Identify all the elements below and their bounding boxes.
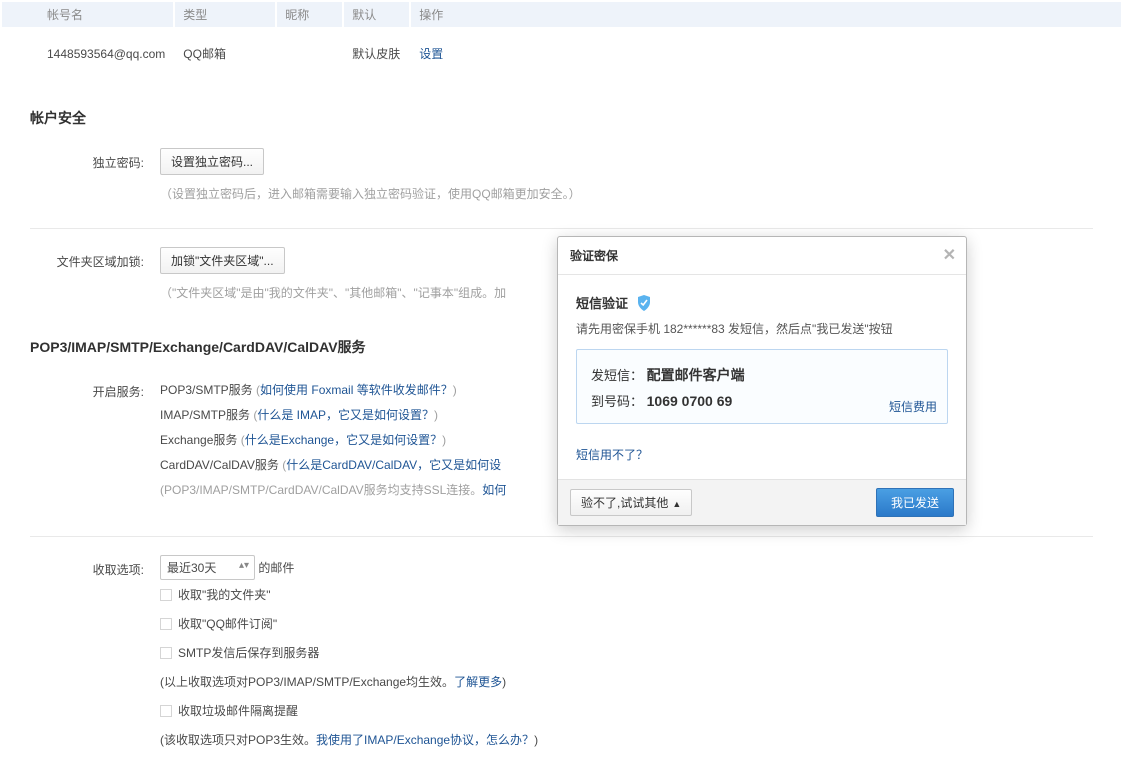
imap-help-link[interactable]: 我使用了IMAP/Exchange协议，怎么办？ <box>316 733 534 747</box>
table-row: 1448593564@qq.com QQ邮箱 默认皮肤 设置 <box>2 29 1121 78</box>
after-select-text: 的邮件 <box>258 561 294 575</box>
try-other-label: 验不了,试试其他 <box>581 496 668 510</box>
caret-up-icon: ▲ <box>672 499 681 509</box>
chk-label: SMTP发信后保存到服务器 <box>178 646 319 660</box>
ssl-link[interactable]: 如何 <box>482 483 506 497</box>
checkbox[interactable] <box>160 589 172 601</box>
pwd-label: 独立密码: <box>30 148 160 171</box>
cell-type: QQ邮箱 <box>175 29 275 78</box>
pwd-hint: （设置独立密码后，进入邮箱需要输入独立密码验证，使用QQ邮箱更加安全。） <box>160 175 1093 204</box>
th-account: 帐号名 <box>2 2 173 27</box>
security-title: 帐户安全 <box>30 90 1093 142</box>
svc-link-exchange[interactable]: 什么是Exchange，它又是如何设置？ <box>245 433 442 447</box>
checkbox[interactable] <box>160 705 172 717</box>
set-password-button[interactable]: 设置独立密码... <box>160 148 264 175</box>
sms-desc: 请先用密保手机 182******83 发短信，然后点"我已发送"按钮 <box>576 312 948 337</box>
svc-link-carddav[interactable]: 什么是CardDAV/CalDAV，它又是如何设 <box>286 458 501 472</box>
th-type: 类型 <box>175 2 275 27</box>
th-default: 默认 <box>344 2 409 27</box>
checkbox[interactable] <box>160 618 172 630</box>
svc-link-imap[interactable]: 什么是 IMAP，它又是如何设置？ <box>257 408 434 422</box>
modal-header: 验证密保 ✕ <box>558 237 966 275</box>
recv-range-select[interactable]: 最近30天 ▴▾ <box>160 555 255 580</box>
modal-title: 验证密保 <box>570 249 618 263</box>
confirm-sent-button[interactable]: 我已发送 <box>876 488 954 517</box>
recv-note2-pre: (该收取选项只对POP3生效。 <box>160 733 316 747</box>
sms-box: 发短信： 配置邮件客户端 到号码： 1069 0700 69 短信费用 <box>576 349 948 424</box>
sms-verify-title: 短信验证 <box>576 293 628 312</box>
svc-name: IMAP/SMTP服务 <box>160 408 253 422</box>
send-value: 配置邮件客户端 <box>647 367 745 383</box>
send-label: 发短信： <box>591 368 643 383</box>
cell-account: 1448593564@qq.com <box>2 29 173 78</box>
th-op: 操作 <box>411 2 1121 27</box>
to-value: 1069 0700 69 <box>647 393 733 409</box>
sms-help-link[interactable]: 短信用不了？ <box>576 448 648 462</box>
lock-folder-button[interactable]: 加锁"文件夹区域"... <box>160 247 285 274</box>
sms-fee-link[interactable]: 短信费用 <box>889 398 937 415</box>
learn-more-link[interactable]: 了解更多 <box>454 675 502 689</box>
modal-body: 短信验证 请先用密保手机 182******83 发短信，然后点"我已发送"按钮… <box>558 275 966 479</box>
verify-modal: 验证密保 ✕ 短信验证 请先用密保手机 182******83 发短信，然后点"… <box>557 236 967 526</box>
lock-label: 文件夹区域加锁: <box>30 247 160 270</box>
svc-name: Exchange服务 <box>160 433 241 447</box>
account-table: 帐号名 类型 昵称 默认 操作 1448593564@qq.com QQ邮箱 默… <box>0 0 1123 80</box>
svc-name: CardDAV/CalDAV服务 <box>160 458 282 472</box>
recv-note-pre: (以上收取选项对POP3/IMAP/SMTP/Exchange均生效。 <box>160 675 454 689</box>
modal-footer: 验不了,试试其他 ▲ 我已发送 <box>558 479 966 525</box>
recv-note-post: ) <box>502 675 506 689</box>
recv-label: 收取选项: <box>30 555 160 578</box>
recv-note2-post: ) <box>534 733 538 747</box>
cell-nick <box>277 29 342 78</box>
to-label: 到号码： <box>591 394 643 409</box>
try-other-button[interactable]: 验不了,试试其他 ▲ <box>570 489 692 516</box>
cell-skin: 默认皮肤 <box>344 29 409 78</box>
svc-name: POP3/SMTP服务 <box>160 383 256 397</box>
chk-label: 收取"我的文件夹" <box>178 588 271 602</box>
cell-action: 设置 <box>411 29 1121 78</box>
svc-link-pop3[interactable]: 如何使用 Foxmail 等软件收发邮件？ <box>260 383 453 397</box>
chevron-updown-icon: ▴▾ <box>239 560 249 571</box>
chk-label: 收取垃圾邮件隔离提醒 <box>178 704 298 718</box>
settings-link[interactable]: 设置 <box>419 47 443 61</box>
th-nick: 昵称 <box>277 2 342 27</box>
close-icon[interactable]: ✕ <box>943 245 956 265</box>
checkbox[interactable] <box>160 647 172 659</box>
enable-label: 开启服务: <box>30 377 160 400</box>
shield-icon <box>637 295 651 311</box>
sel-value: 最近30天 <box>167 561 216 575</box>
chk-label: 收取"QQ邮件订阅" <box>178 617 277 631</box>
